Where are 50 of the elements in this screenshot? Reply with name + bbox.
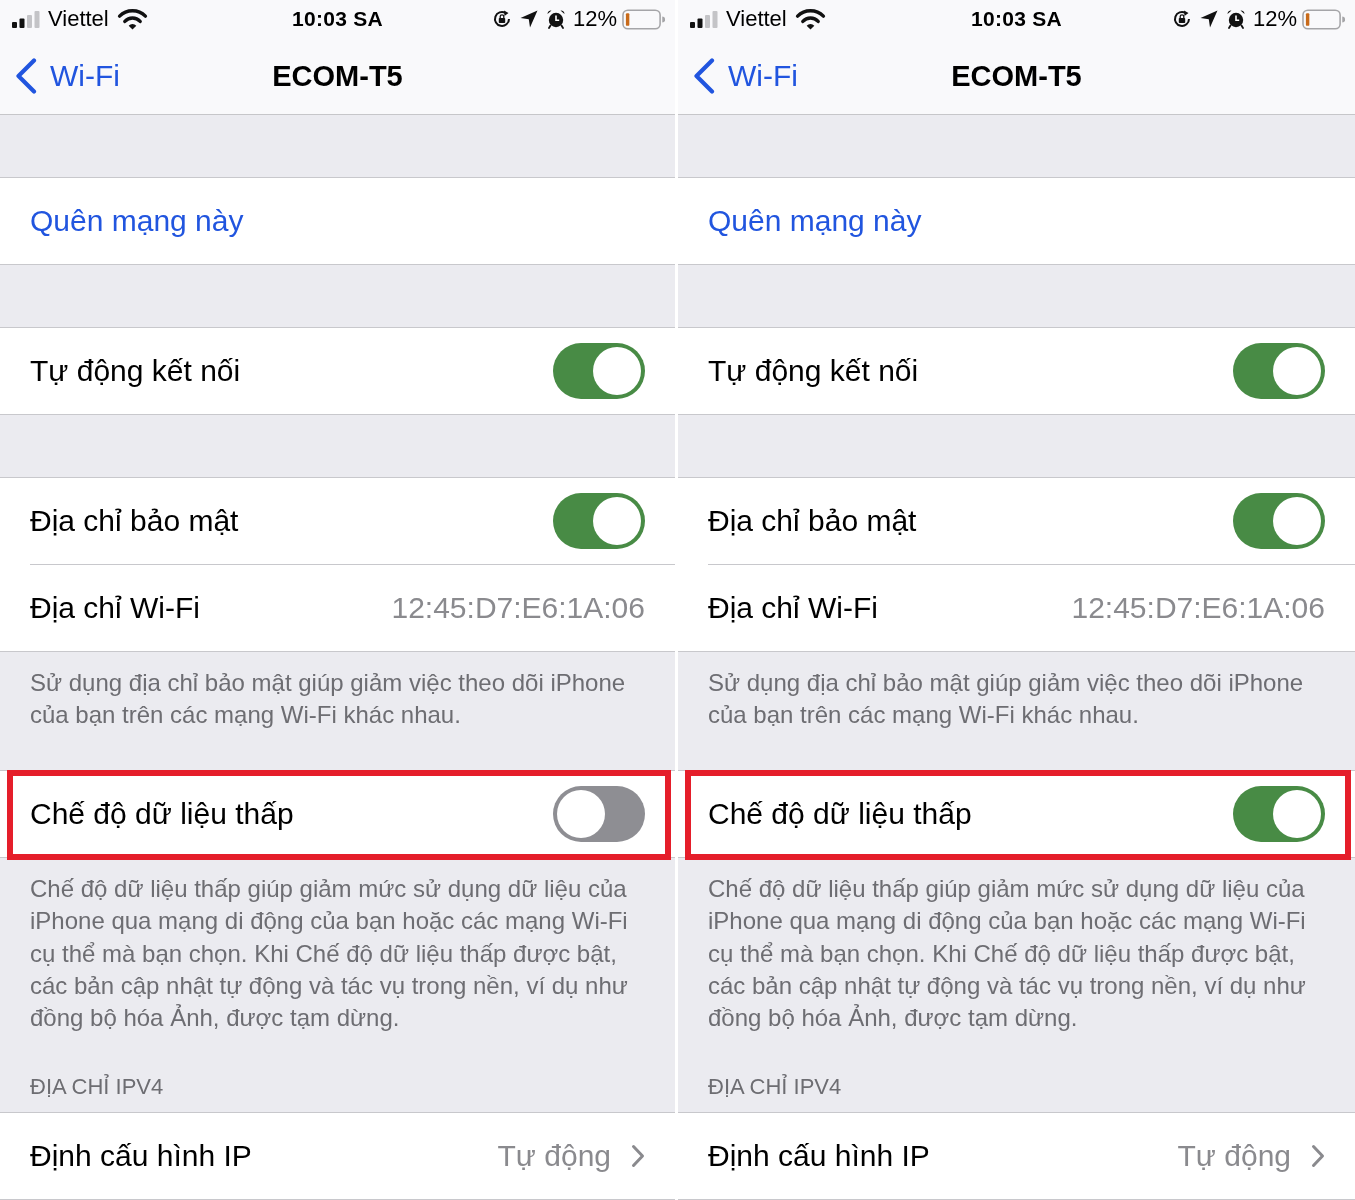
- row-value: 12:45:D7:E6:1A:06: [391, 591, 645, 625]
- chevron-left-icon: [693, 58, 715, 94]
- battery-percent: 12%: [1252, 6, 1297, 32]
- toggle-switch[interactable]: [1233, 493, 1325, 549]
- row-label: Tự động kết nối: [30, 354, 242, 388]
- toggle-switch[interactable]: [1233, 343, 1325, 399]
- back-button[interactable]: Wi-Fi: [693, 58, 798, 94]
- rotation-lock-icon: [491, 9, 512, 29]
- battery-icon: [1302, 8, 1345, 30]
- chevron-right-icon: [631, 1143, 645, 1168]
- row-label: Địa chỉ Wi-Fi: [30, 591, 201, 625]
- wifi-icon: [116, 8, 148, 30]
- action-button[interactable]: Quên mạng này: [30, 204, 244, 238]
- footer-text: Chế độ dữ liệu thấp giúp giảm mức sử dụng dữ liệu của iPhone qua mạng di động của bạn hoặc các mạng Wi-Fi cụ thể mà bạn chọn. Khi Chế độ dữ liệu thấp được bật, các bản cập nhật tự động và tác vụ trong nền, ví dụ như đồng bộ hóa Ảnh, được tạm dừng.: [29, 873, 629, 1034]
- footer-text: Sử dụng địa chỉ bảo mật giúp giảm việc theo dõi iPhone của bạn trên các mạng Wi-Fi khác nhau.: [29, 668, 627, 731]
- toggle-switch[interactable]: [553, 493, 645, 549]
- status-time: 10:03 SA: [291, 7, 384, 31]
- footer-text: Sử dụng địa chỉ bảo mật giúp giảm việc theo dõi iPhone của bạn trên các mạng Wi-Fi khác nhau.: [707, 668, 1305, 731]
- row-label: Định cấu hình IP: [30, 1138, 253, 1173]
- chevron-left-icon: [15, 58, 37, 94]
- toggle-switch[interactable]: [553, 343, 645, 399]
- row-label: Tự động kết nối: [708, 354, 920, 388]
- section-header: ĐỊA CHỈ IPV4: [29, 1072, 165, 1101]
- row-value: 12:45:D7:E6:1A:06: [1071, 591, 1325, 625]
- action-button[interactable]: Quên mạng này: [708, 204, 922, 238]
- wifi-icon: [794, 8, 826, 30]
- chevron-right-icon: [1311, 1143, 1325, 1168]
- navigation-title: ECOM-T5: [951, 59, 1082, 93]
- row-label: Định cấu hình IP: [708, 1138, 931, 1173]
- row-label: Địa chỉ bảo mật: [708, 504, 918, 538]
- section-header: ĐỊA CHỈ IPV4: [707, 1072, 843, 1101]
- signal-icon: [690, 10, 718, 28]
- row-value: Tự động: [1177, 1138, 1291, 1173]
- status-time: 10:03 SA: [970, 7, 1063, 31]
- row-label: Địa chỉ bảo mật: [30, 504, 240, 538]
- navigation-title: ECOM-T5: [272, 59, 403, 93]
- row-label: Chế độ dữ liệu thấp: [30, 796, 295, 831]
- footer-text: Chế độ dữ liệu thấp giúp giảm mức sử dụng dữ liệu của iPhone qua mạng di động của bạn hoặc các mạng Wi-Fi cụ thể mà bạn chọn. Khi Chế độ dữ liệu thấp được bật, các bản cập nhật tự động và tác vụ trong nền, ví dụ như đồng bộ hóa Ảnh, được tạm dừng.: [707, 873, 1307, 1034]
- row-label: Địa chỉ Wi-Fi: [708, 591, 879, 625]
- row-label: Chế độ dữ liệu thấp: [708, 796, 973, 831]
- rotation-lock-icon: [1171, 9, 1192, 29]
- carrier-name: Viettel: [726, 6, 787, 32]
- back-button[interactable]: Wi-Fi: [15, 58, 120, 94]
- alarm-clock-icon: [1225, 9, 1246, 29]
- battery-percent: 12%: [572, 6, 617, 32]
- signal-icon: [12, 10, 40, 28]
- row-value: Tự động: [497, 1138, 611, 1173]
- alarm-clock-icon: [545, 9, 566, 29]
- carrier-name: Viettel: [48, 6, 109, 32]
- battery-icon: [622, 8, 665, 30]
